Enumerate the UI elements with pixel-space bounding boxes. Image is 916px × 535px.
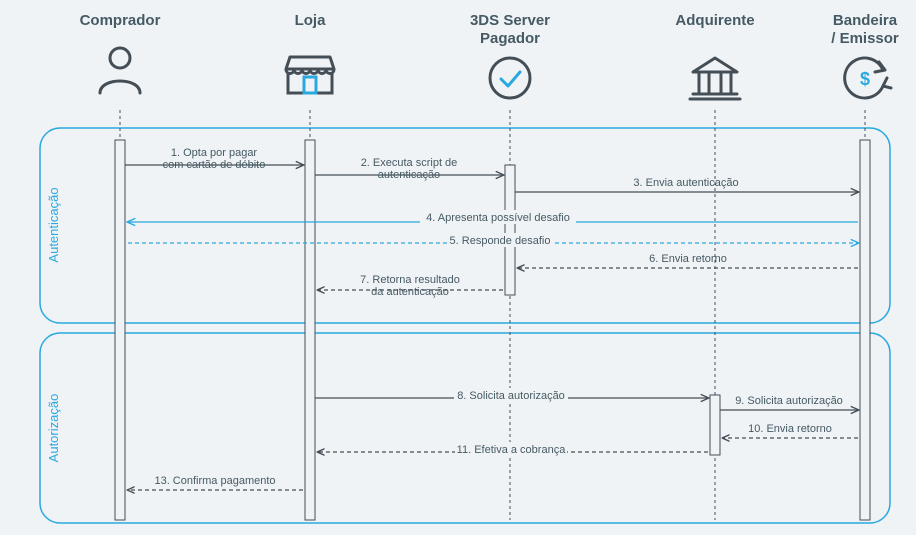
- actor-3ds-label2: Pagador: [480, 30, 540, 47]
- phase-auth-box: [40, 128, 890, 323]
- actor-comprador: Comprador: [80, 12, 161, 93]
- msg-1a: 1. Opta por pagar: [171, 147, 258, 159]
- actor-comprador-label: Comprador: [80, 12, 161, 29]
- actor-bandeira-label2: / Emissor: [831, 30, 899, 47]
- msg-3: 3. Envia autenticação: [633, 177, 738, 189]
- msg-4: 4. Apresenta possível desafio: [426, 212, 570, 224]
- activation-adquirente: [710, 395, 720, 455]
- msg-9: 9. Solicita autorização: [735, 395, 843, 407]
- activation-loja: [305, 140, 315, 520]
- msg-10: 10. Envia retorno: [748, 423, 832, 435]
- check-circle-icon: [490, 58, 530, 98]
- msg-2a: 2. Executa script de: [361, 157, 458, 169]
- actor-adquirente-label: Adquirente: [675, 12, 754, 29]
- msg-1b: com cartão de débito: [163, 159, 266, 171]
- cycle-money-icon: $: [845, 58, 891, 98]
- user-icon: [100, 48, 140, 93]
- activation-comprador: [115, 140, 125, 520]
- svg-text:$: $: [860, 69, 870, 89]
- store-icon: [286, 57, 334, 93]
- actor-bandeira: Bandeira / Emissor $: [831, 12, 899, 98]
- msg-11: 11. Efetiva a cobrança: [457, 444, 567, 456]
- bank-icon: [690, 58, 740, 99]
- msg-13: 13. Confirma pagamento: [154, 475, 275, 487]
- msg-7a: 7. Retorna resultado: [360, 274, 460, 286]
- actor-3ds-label1: 3DS Server: [470, 12, 550, 29]
- diagram-body: 1. Opta por pagar com cartão de débito 2…: [115, 110, 870, 520]
- msg-7b: da autenticação: [371, 286, 449, 298]
- actor-loja: Loja: [286, 12, 334, 93]
- actor-3ds: 3DS Server Pagador: [470, 12, 550, 98]
- activation-3ds: [505, 165, 515, 295]
- actor-bandeira-label1: Bandeira: [833, 12, 898, 29]
- msg-8: 8. Solicita autorização: [457, 390, 565, 402]
- msg-6: 6. Envia retorno: [649, 253, 727, 265]
- sequence-diagram: Comprador Loja 3DS Server Pagador Adquir…: [0, 0, 916, 535]
- msg-5: 5. Responde desafio: [450, 235, 551, 247]
- actor-loja-label: Loja: [295, 12, 326, 29]
- actor-adquirente: Adquirente: [675, 12, 754, 99]
- msg-2b: autenticação: [378, 169, 440, 181]
- phase-auth-label: Autenticação: [46, 187, 61, 262]
- phase-authz-label: Autorização: [46, 394, 61, 463]
- activation-bandeira: [860, 140, 870, 520]
